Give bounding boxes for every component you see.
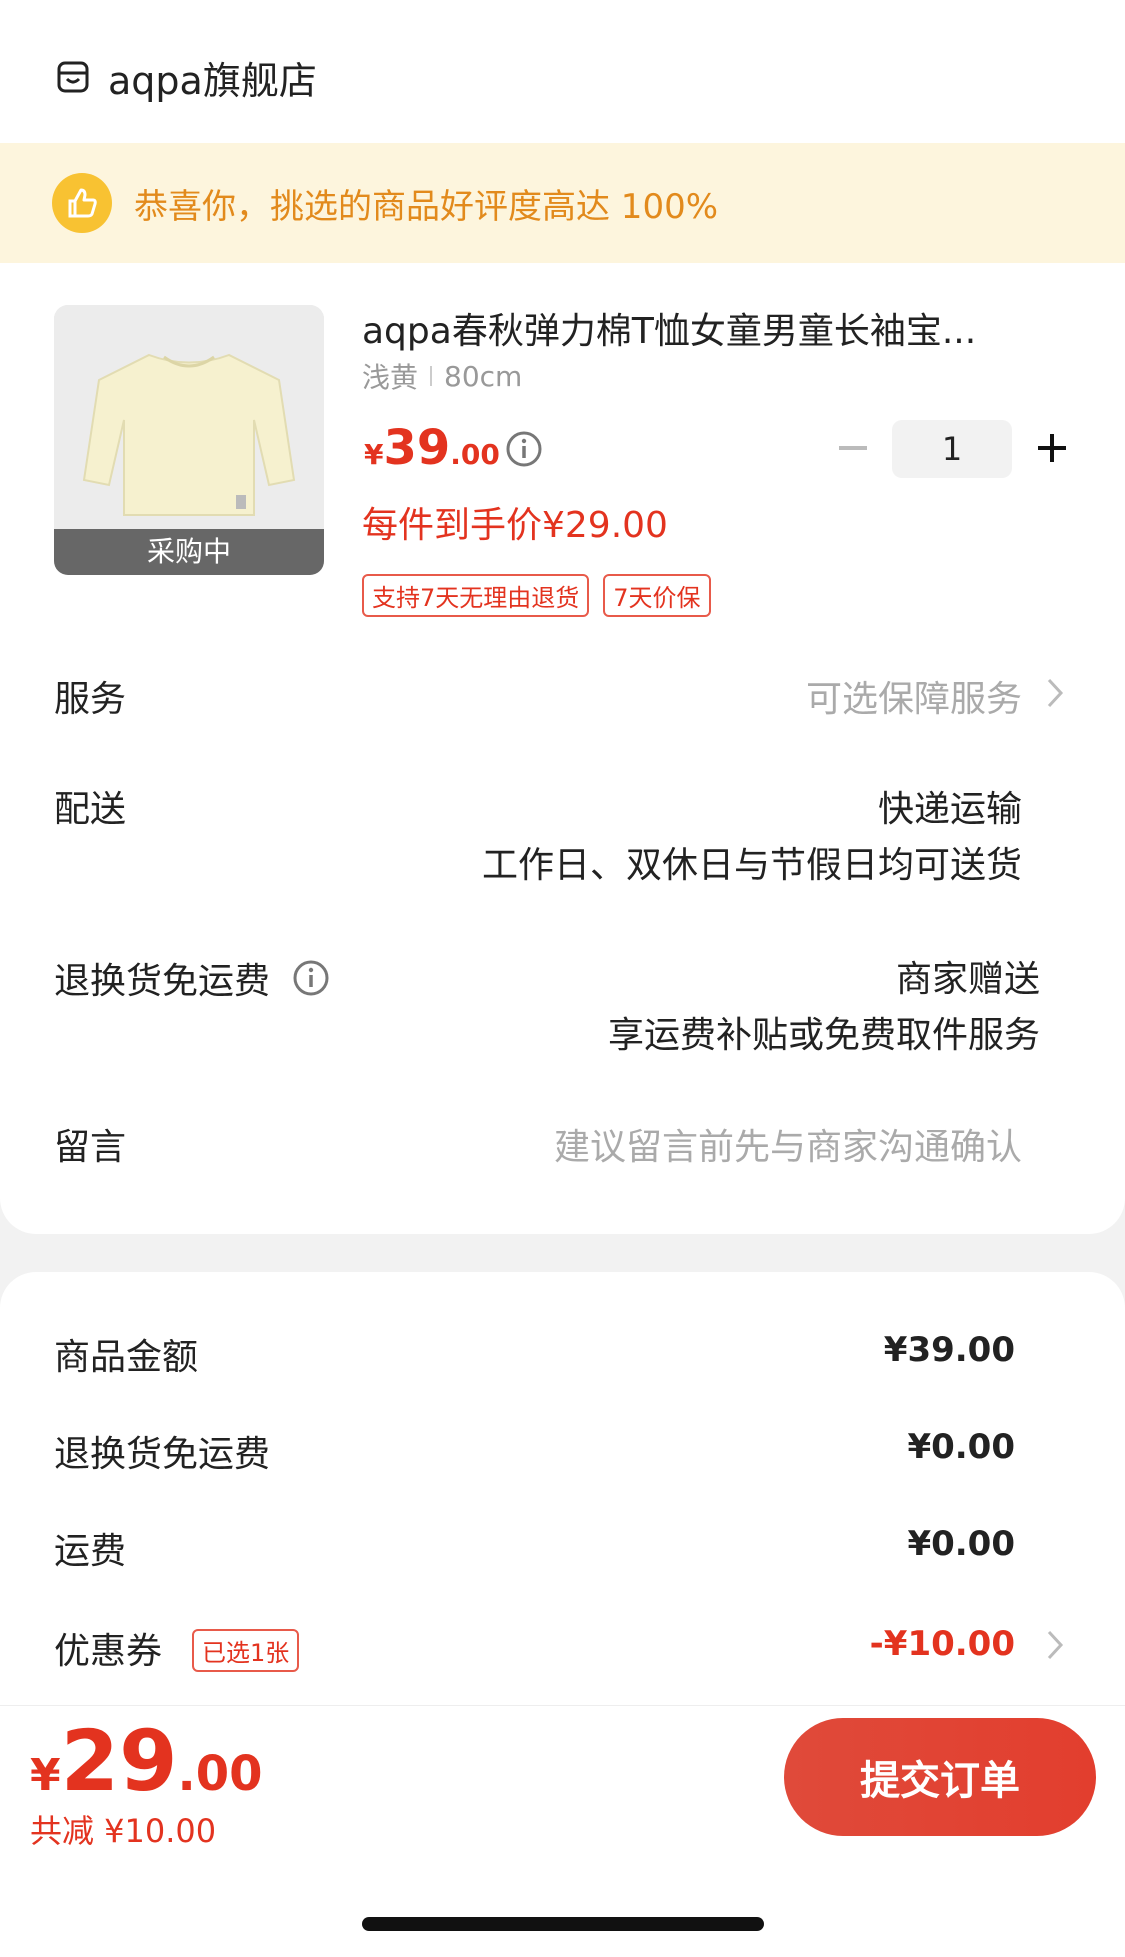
- price-integer: 39: [383, 420, 451, 476]
- thumbs-up-icon: [52, 173, 112, 233]
- coupon-value[interactable]: -¥10.00: [870, 1624, 1015, 1664]
- rating-text: 恭喜你，挑选的商品好评度高达 100%: [134, 186, 719, 227]
- total-price: ¥ 29 .00: [30, 1712, 263, 1810]
- unit-price: 每件到手价¥29.00: [362, 505, 668, 546]
- plus-icon[interactable]: [1034, 430, 1070, 466]
- delivery-schedule: 工作日、双休日与节假日均可送货: [481, 845, 1022, 886]
- order-card: aqpa旗舰店 恭喜你，挑选的商品好评度高达 100% 采购中 aqpa春秋弹力…: [0, 0, 1125, 1234]
- total-decimal: .00: [177, 1746, 263, 1802]
- chevron-right-icon[interactable]: [1045, 1628, 1065, 1662]
- message-label: 留言: [54, 1127, 127, 1168]
- return-fee-value: ¥0.00: [907, 1427, 1015, 1467]
- return-shipping-desc: 享运费补贴或免费取件服务: [607, 1015, 1040, 1056]
- return-fee-label: 退换货免运费: [54, 1434, 271, 1475]
- home-indicator[interactable]: [362, 1917, 764, 1931]
- delivery-label: 配送: [54, 789, 127, 830]
- price-symbol: ¥: [364, 438, 384, 471]
- service-value[interactable]: 可选保障服务: [806, 670, 1022, 722]
- service-label: 服务: [54, 679, 127, 720]
- coupon-label: 优惠券: [54, 1631, 163, 1672]
- store-icon: [57, 61, 89, 93]
- total-discount: 共减 ¥10.00: [30, 1812, 217, 1850]
- return-policy-tag: 支持7天无理由退货: [362, 574, 590, 617]
- spec-color: 浅黄: [362, 361, 419, 394]
- store-header[interactable]: aqpa旗舰店: [56, 52, 317, 103]
- rating-banner: 恭喜你，挑选的商品好评度高达 100%: [0, 143, 1125, 263]
- goods-amount-label: 商品金额: [54, 1337, 199, 1378]
- submit-order-button[interactable]: 提交订单: [784, 1718, 1096, 1836]
- product-image[interactable]: 采购中: [54, 305, 324, 575]
- product-spec[interactable]: 浅黄 80cm: [362, 356, 522, 396]
- price-decimal: .00: [450, 438, 500, 471]
- spec-divider: [430, 366, 433, 386]
- quantity-input[interactable]: 1: [892, 420, 1012, 478]
- info-icon[interactable]: [292, 959, 330, 997]
- spec-size: 80cm: [444, 359, 523, 393]
- goods-amount-value: ¥39.00: [883, 1330, 1015, 1370]
- product-title[interactable]: aqpa春秋弹力棉T恤女童男童长袖宝...: [362, 302, 1052, 354]
- product-tags: 支持7天无理由退货 7天价保: [362, 574, 711, 617]
- message-input[interactable]: 建议留言前先与商家沟通确认: [554, 1118, 1022, 1170]
- return-shipping-label: 退换货免运费: [54, 961, 271, 1002]
- store-name: aqpa旗舰店: [108, 58, 317, 103]
- return-shipping-provider: 商家赠送: [895, 959, 1040, 1000]
- minus-icon[interactable]: [835, 430, 871, 466]
- return-shipping-label-wrap: 退换货免运费: [54, 952, 330, 1004]
- info-icon[interactable]: [505, 430, 543, 468]
- chevron-right-icon[interactable]: [1045, 676, 1065, 710]
- purchasing-status: 采购中: [54, 529, 324, 575]
- coupon-selected-tag: 已选1张: [192, 1629, 300, 1672]
- price-protection-tag: 7天价保: [603, 574, 711, 617]
- shipping-value: ¥0.00: [907, 1524, 1015, 1564]
- shipping-label: 运费: [54, 1531, 127, 1572]
- product-price: ¥ 39 .00: [364, 420, 500, 476]
- delivery-method: 快递运输: [877, 789, 1022, 830]
- total-symbol: ¥: [30, 1750, 61, 1801]
- total-integer: 29: [60, 1712, 178, 1810]
